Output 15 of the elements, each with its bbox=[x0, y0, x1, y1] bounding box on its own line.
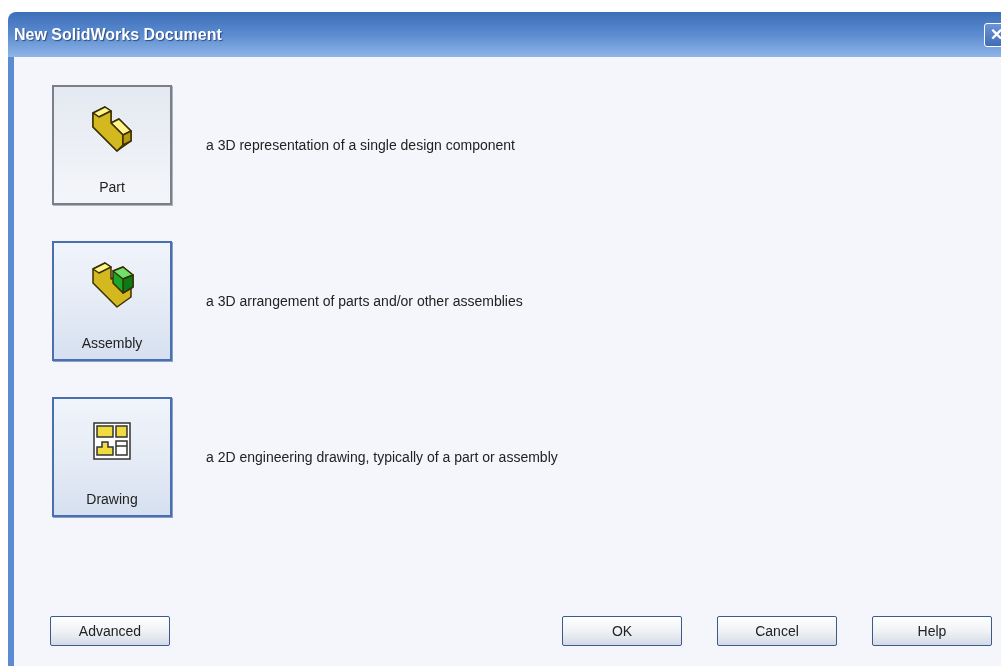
close-button[interactable]: ✕ bbox=[984, 22, 1001, 47]
dialog-button[interactable]: Advanced bbox=[50, 616, 170, 646]
dialog-button[interactable]: Help bbox=[872, 616, 992, 646]
window-title: New SolidWorks Document bbox=[14, 24, 222, 45]
block-icon bbox=[89, 105, 135, 153]
template-button[interactable]: Assembly bbox=[52, 241, 172, 361]
template-button[interactable]: Part bbox=[52, 85, 172, 205]
dialog-button[interactable]: Cancel bbox=[717, 616, 837, 646]
dialog-button[interactable]: OK bbox=[562, 616, 682, 646]
block-assembly-icon bbox=[89, 261, 135, 309]
template-description: a 3D representation of a single design component bbox=[206, 135, 515, 155]
template-button[interactable]: Drawing bbox=[52, 397, 172, 517]
template-description: a 3D arrangement of parts and/or other assemblies bbox=[206, 291, 523, 311]
drawing-sheet-icon bbox=[92, 421, 132, 461]
template-description: a 2D engineering drawing, typically of a part or assembly bbox=[206, 447, 558, 467]
